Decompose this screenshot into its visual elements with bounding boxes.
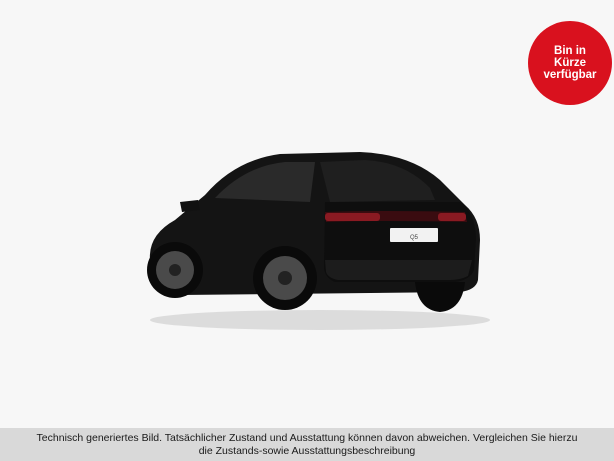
badge-line-3: verfügbar bbox=[543, 69, 597, 81]
badge-line-2: Kürze bbox=[554, 57, 586, 69]
image-disclaimer: Technisch generiertes Bild. Tatsächliche… bbox=[0, 428, 614, 461]
car-image: Q5 bbox=[120, 140, 500, 340]
disclaimer-line-2: die Zustands-sowie Ausstattungsbeschreib… bbox=[198, 444, 416, 457]
disclaimer-line-1: Technisch generiertes Bild. Tatsächliche… bbox=[36, 431, 578, 444]
plate-text: Q5 bbox=[410, 235, 419, 241]
availability-badge: Bin in Kürze verfügbar bbox=[528, 21, 612, 105]
badge-line-1: Bin in bbox=[554, 45, 586, 57]
car-rear-icon: Q5 bbox=[147, 152, 490, 330]
vehicle-image-stage: Q5 Bin in Kürze verfügbar bbox=[0, 0, 614, 428]
front-wheel bbox=[147, 242, 203, 298]
rear-right-wheel bbox=[415, 282, 465, 312]
rear-wheel bbox=[253, 246, 317, 310]
